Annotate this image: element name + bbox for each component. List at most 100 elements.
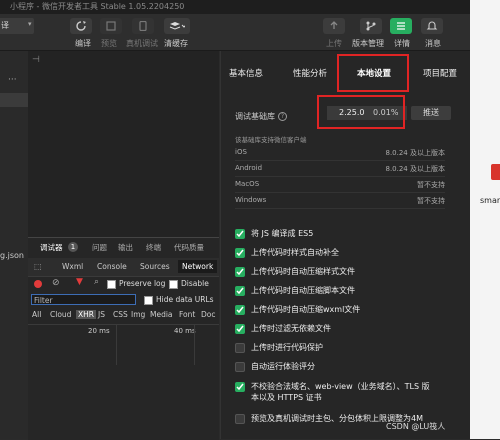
filter-input[interactable]: Filter xyxy=(31,294,136,305)
preview-label: 预览 xyxy=(101,39,117,48)
more-icon[interactable]: ··· xyxy=(8,75,17,85)
check-icon xyxy=(236,249,244,257)
layers-icon xyxy=(169,22,185,30)
compile-label: 编译 xyxy=(75,39,91,48)
base-library-label: 调试基础库? xyxy=(235,111,287,122)
split-icon[interactable]: ⊣ xyxy=(32,55,40,65)
tab-output[interactable]: 输出 xyxy=(118,242,133,253)
window-title: 小程序 - 微信开发者工具 Stable 1.05.2204250 xyxy=(10,2,185,11)
chevron-down-icon: ▾ xyxy=(28,20,32,28)
tab-wxml[interactable]: Wxml xyxy=(62,262,83,271)
qrcode-icon xyxy=(106,21,116,31)
checkbox[interactable] xyxy=(235,286,245,296)
disable-cache-checkbox[interactable] xyxy=(169,280,178,289)
simulator-area: ⊣ xyxy=(28,51,219,237)
checkbox[interactable] xyxy=(235,324,245,334)
tab-code-quality[interactable]: 代码质量 xyxy=(174,242,204,253)
message-label: 消息 xyxy=(425,39,441,48)
record-icon[interactable] xyxy=(34,280,42,288)
devtools-panel: 调试器 1 问题 输出 终端 代码质量 ⬚ Wxml Console Sourc… xyxy=(28,237,219,440)
file-name[interactable]: g.json xyxy=(0,251,24,260)
checkbox[interactable] xyxy=(235,305,245,315)
file-tree-selected-row[interactable] xyxy=(0,93,28,107)
highlight-box-tab xyxy=(337,54,409,92)
menu-icon xyxy=(397,22,405,30)
remote-debug-button[interactable] xyxy=(132,18,154,34)
tab-debugger[interactable]: 调试器 xyxy=(40,242,63,253)
check-icon xyxy=(236,306,244,314)
checkbox[interactable] xyxy=(235,414,245,424)
os-support-row: Windows 暂不支持 xyxy=(235,194,445,209)
file-tree: ··· xyxy=(0,51,28,439)
filter-img[interactable]: Img xyxy=(131,310,145,319)
preserve-log-checkbox[interactable] xyxy=(107,280,116,289)
timeline-gridline xyxy=(194,325,195,365)
inspect-icon[interactable]: ⬚ xyxy=(34,262,42,271)
option-skip-domain-check[interactable]: 不校验合法域名、web-view（业务域名）、TLS 版本以及 HTTPS 证书 xyxy=(235,382,465,404)
filter-font[interactable]: Font xyxy=(179,310,195,319)
desktop-background xyxy=(470,0,500,439)
check-icon xyxy=(236,268,244,276)
os-support-row: Android 8.0.24 及以上版本 xyxy=(235,162,445,177)
upload-button[interactable] xyxy=(323,18,345,34)
detail-button[interactable] xyxy=(390,18,412,34)
push-button[interactable]: 推送 xyxy=(411,106,451,120)
clear-icon[interactable]: ⊘ xyxy=(52,278,60,288)
hide-data-urls-checkbox[interactable] xyxy=(144,296,153,305)
filter-css[interactable]: CSS xyxy=(113,310,128,319)
check-icon xyxy=(236,287,244,295)
compile-button[interactable] xyxy=(70,18,92,34)
checkbox[interactable] xyxy=(235,362,245,372)
version-button[interactable] xyxy=(360,18,382,34)
timeline-tick-1: 20 ms xyxy=(88,327,110,335)
filter-media[interactable]: Media xyxy=(150,310,173,319)
filter-all[interactable]: All xyxy=(32,310,41,319)
network-timeline: 20 ms 40 ms xyxy=(28,324,219,365)
refresh-icon xyxy=(76,21,86,31)
upload-label: 上传 xyxy=(326,39,342,48)
search-icon[interactable]: ⌕ xyxy=(94,277,99,287)
devtools-panel-tabs: ⬚ Wxml Console Sources Network xyxy=(28,258,219,277)
check-icon xyxy=(236,325,244,333)
checkbox[interactable] xyxy=(235,343,245,353)
checkbox[interactable] xyxy=(235,248,245,258)
tab-sources[interactable]: Sources xyxy=(140,262,170,271)
toolbar: 译 ▾ 编译 预览 真机调试 清缓存 上传 版本管理 详情 消息 xyxy=(0,14,470,51)
resource-type-filters: All Cloud XHR JS CSS Img Media Font Doc xyxy=(28,308,219,322)
clear-cache-label: 清缓存 xyxy=(164,39,188,48)
disable-cache-label: Disable xyxy=(181,279,209,288)
support-note: 该基础库支持微信客户端 xyxy=(235,136,307,144)
details-panel: 基本信息 性能分析 本地设置 项目配置 调试基础库? 2.25.0 0.01% … xyxy=(220,51,471,439)
filter-icon[interactable]: ▼ xyxy=(76,277,83,287)
tab-network[interactable]: Network xyxy=(178,260,218,273)
tab-problems[interactable]: 问题 xyxy=(92,242,107,253)
upload-icon xyxy=(330,21,338,29)
desktop-icon-label[interactable]: smar xyxy=(480,196,500,205)
app-shortcut-icon[interactable] xyxy=(491,164,500,180)
tab-basic-info[interactable]: 基本信息 xyxy=(229,67,263,79)
timeline-tick-2: 40 ms xyxy=(174,327,196,335)
checkbox[interactable] xyxy=(235,267,245,277)
remote-debug-label: 真机调试 xyxy=(126,39,158,48)
check-icon xyxy=(236,383,244,391)
filter-xhr[interactable]: XHR xyxy=(76,310,96,319)
tab-terminal[interactable]: 终端 xyxy=(146,242,161,253)
preview-button[interactable] xyxy=(100,18,122,34)
filter-js[interactable]: JS xyxy=(98,310,105,319)
tab-performance[interactable]: 性能分析 xyxy=(293,67,327,79)
help-icon[interactable]: ? xyxy=(278,112,287,121)
phone-icon xyxy=(139,21,147,31)
checkbox[interactable] xyxy=(235,382,245,392)
check-icon xyxy=(236,230,244,238)
checkbox[interactable] xyxy=(235,229,245,239)
bell-icon xyxy=(426,21,438,30)
debugger-count-badge: 1 xyxy=(68,242,78,252)
hide-data-urls-label: Hide data URLs xyxy=(156,295,214,304)
filter-cloud[interactable]: Cloud xyxy=(50,310,71,319)
tab-project-config[interactable]: 项目配置 xyxy=(423,67,457,79)
tab-console[interactable]: Console xyxy=(97,262,127,271)
version-label: 版本管理 xyxy=(352,39,384,48)
message-button[interactable] xyxy=(421,18,443,34)
filter-doc[interactable]: Doc xyxy=(201,310,216,319)
clear-cache-button[interactable] xyxy=(164,18,190,34)
